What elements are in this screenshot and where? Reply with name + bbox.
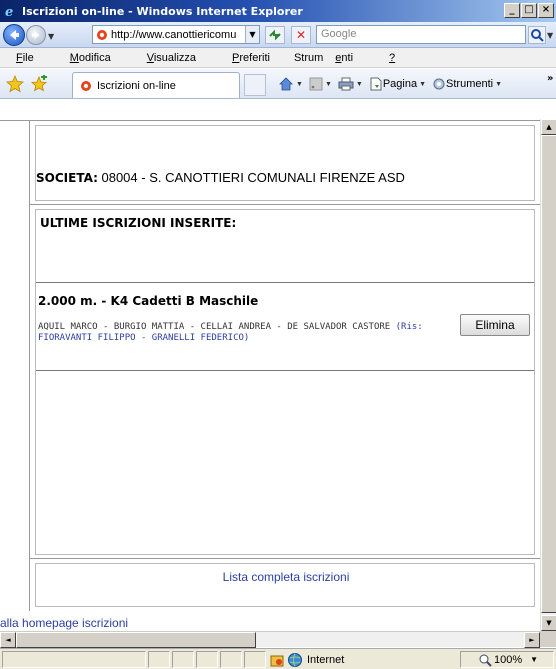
search-input[interactable]: Google (316, 25, 526, 44)
menu-strumenti[interactable]: Strum enti (294, 52, 365, 64)
window-titlebar: e Iscrizioni on-line - Windows Internet … (0, 0, 556, 22)
vertical-scrollbar[interactable]: ▲ ▼ (540, 119, 556, 631)
scrollbar-corner (540, 631, 556, 647)
scroll-left-button[interactable]: ◄ (0, 632, 16, 648)
status-cell (244, 651, 266, 668)
svg-text:e: e (5, 5, 13, 18)
entries-heading: ULTIME ISCRIZIONI INSERITE: (40, 216, 237, 230)
maximize-button[interactable]: □ (521, 3, 537, 18)
societa-label: SOCIETA: (36, 171, 98, 185)
entries-row: ULTIME ISCRIZIONI INSERITE: 2.000 m. - K… (30, 205, 540, 559)
status-bar: Internet 100% ▼ (0, 648, 556, 669)
tools-menu-button[interactable]: Strumenti ▼ (432, 77, 502, 91)
stop-button[interactable]: ✕ (291, 26, 311, 44)
forward-button[interactable] (26, 25, 46, 45)
divider (36, 282, 534, 283)
refresh-button[interactable] (265, 26, 285, 44)
address-bar[interactable]: http://www.canottiericomu ▼ (92, 25, 260, 44)
zoom-icon (479, 654, 492, 667)
menu-help[interactable]: ? (377, 52, 407, 64)
tab-favicon-icon (81, 80, 91, 91)
favorites-star-icon[interactable] (6, 74, 24, 96)
athletes-list: AQUIL MARCO - BURGIO MATTIA - CELLAI AND… (38, 322, 438, 344)
divider (36, 370, 534, 371)
window-title: Iscrizioni on-line - Windows Internet Ex… (22, 4, 303, 18)
status-cell (148, 651, 170, 668)
printer-icon (338, 77, 354, 91)
status-cell (196, 651, 218, 668)
globe-icon (288, 652, 302, 667)
zoom-dropdown-icon[interactable]: ▼ (530, 655, 538, 664)
toolbar-overflow-icon[interactable]: » (547, 73, 553, 84)
site-favicon-icon (97, 29, 107, 40)
refresh-icon (269, 29, 281, 41)
close-button[interactable]: × (538, 3, 554, 18)
societa-text: SOCIETA: 08004 - S. CANOTTIERI COMUNALI … (36, 170, 405, 185)
navigation-bar: ▼ http://www.canottiericomu ▼ ✕ Google ▼ (0, 22, 556, 48)
footer-row: Lista completa iscrizioni (30, 559, 540, 611)
minimize-button[interactable]: _ (504, 3, 520, 18)
societa-row: SOCIETA: 08004 - S. CANOTTIERI COMUNALI … (30, 121, 540, 205)
tab-iscrizioni[interactable]: Iscrizioni on-line (72, 72, 240, 98)
search-options-dropdown-icon[interactable]: ▼ (547, 31, 553, 40)
footer-box: Lista completa iscrizioni (35, 563, 535, 607)
zone-label: Internet (307, 653, 345, 666)
page-menu-label: Pagina (382, 78, 418, 90)
layout-table: SOCIETA: 08004 - S. CANOTTIERI COMUNALI … (0, 120, 540, 611)
horizontal-scrollbar[interactable]: ◄ ► (0, 631, 540, 648)
home-icon (279, 77, 293, 91)
entries-box: ULTIME ISCRIZIONI INSERITE: 2.000 m. - K… (35, 209, 535, 555)
print-button[interactable]: ▼ (338, 77, 363, 91)
command-bar: ▼ ▼ ▼ Pagina ▼ Strumenti ▼ (278, 75, 508, 93)
page-viewport: SOCIETA: 08004 - S. CANOTTIERI COMUNALI … (0, 100, 540, 615)
menu-bar: File Modifica Visualizza Preferiti Strum… (0, 48, 556, 68)
page-icon (370, 77, 382, 91)
left-column (0, 121, 30, 611)
scroll-down-button[interactable]: ▼ (541, 615, 556, 631)
menu-file[interactable]: File (4, 52, 46, 64)
add-favorite-icon[interactable] (30, 74, 48, 96)
full-list-link[interactable]: Lista completa iscrizioni (36, 570, 536, 584)
societa-value: 08004 - S. CANOTTIERI COMUNALI FIRENZE A… (97, 170, 405, 185)
history-dropdown-icon[interactable]: ▼ (48, 32, 54, 41)
athletes-names: AQUIL MARCO - BURGIO MATTIA - CELLAI AND… (38, 322, 391, 332)
search-button[interactable] (528, 26, 546, 44)
tab-bar: Iscrizioni on-line ▼ ▼ ▼ Pagina ▼ Strume… (0, 69, 556, 99)
gear-icon (433, 78, 445, 90)
status-cell (172, 651, 194, 668)
search-placeholder: Google (321, 28, 357, 40)
rss-icon (309, 77, 323, 91)
tools-menu-label: Strumenti (446, 78, 494, 90)
horizontal-scrollbar-thumb[interactable] (16, 632, 256, 648)
page-menu-button[interactable]: Pagina ▼ (369, 77, 426, 91)
new-tab-button[interactable] (244, 74, 266, 96)
societa-box: SOCIETA: 08004 - S. CANOTTIERI COMUNALI … (35, 125, 535, 201)
status-cell (220, 651, 242, 668)
zoom-control[interactable]: 100% ▼ (478, 651, 538, 668)
address-dropdown-icon[interactable]: ▼ (245, 26, 259, 43)
status-text-cell (2, 651, 146, 668)
race-title: 2.000 m. - K4 Cadetti B Maschile (38, 294, 259, 308)
feeds-button[interactable]: ▼ (309, 77, 332, 91)
forward-arrow-icon (31, 30, 40, 40)
menu-visualizza[interactable]: Visualizza (135, 52, 208, 64)
security-zone[interactable]: Internet (270, 651, 344, 668)
homepage-link[interactable]: alla homepage iscrizioni (0, 616, 128, 630)
ie-logo-icon: e (3, 3, 19, 19)
menu-preferiti[interactable]: Preferiti (220, 52, 282, 64)
search-icon (531, 29, 544, 42)
zoom-level: 100% (494, 653, 523, 666)
tab-label: Iscrizioni on-line (97, 79, 176, 92)
back-button[interactable] (3, 24, 25, 46)
back-arrow-icon (10, 30, 19, 40)
scroll-right-button[interactable]: ► (524, 632, 540, 648)
address-url[interactable]: http://www.canottiericomu (111, 29, 239, 41)
protected-mode-icon (270, 655, 284, 666)
delete-entry-button[interactable]: Elimina (460, 314, 530, 336)
home-button[interactable]: ▼ (278, 76, 303, 92)
scrollbar-thumb[interactable] (541, 135, 556, 613)
menu-modifica[interactable]: Modifica (58, 52, 123, 64)
scroll-up-button[interactable]: ▲ (541, 119, 556, 135)
